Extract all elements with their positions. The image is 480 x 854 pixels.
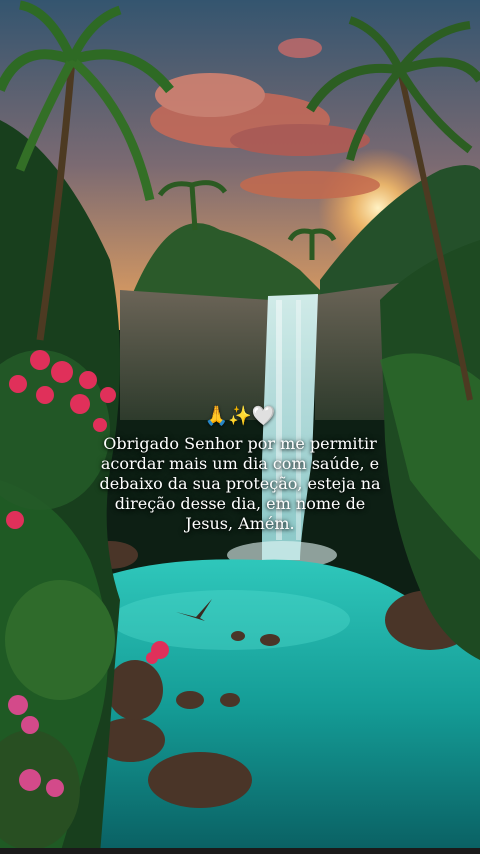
bottom-frame-bar <box>0 848 480 854</box>
emoji-row: 🙏✨🤍 <box>204 405 276 427</box>
cliff-left <box>120 290 270 420</box>
message-text: Obrigado Senhor por me permitir acordar … <box>99 434 381 533</box>
post-caption: 🙏✨🤍 Obrigado Senhor por me permitir acor… <box>0 404 480 534</box>
